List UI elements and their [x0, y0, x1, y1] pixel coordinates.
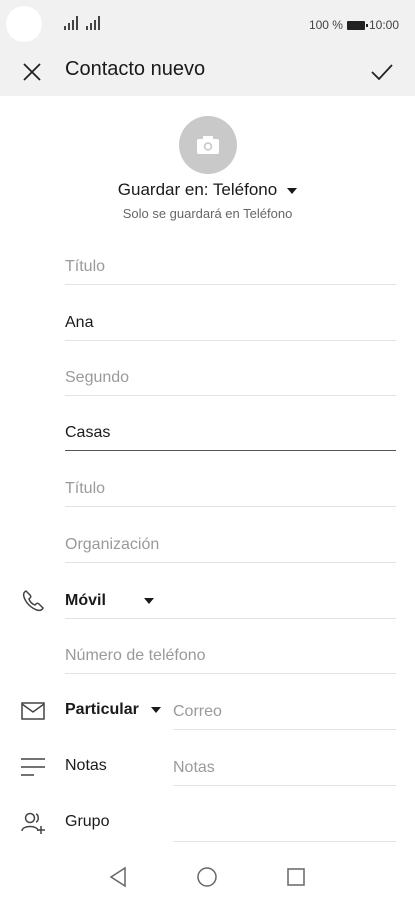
email-type-selector[interactable]: Particular [65, 701, 161, 719]
email-type-label: Particular [65, 701, 139, 718]
caret-down-icon [150, 706, 161, 713]
group-field[interactable] [173, 801, 396, 842]
notes-placeholder: Notas [173, 759, 215, 776]
phone-type-label: Móvil [65, 592, 106, 609]
first-name-field[interactable]: Ana [65, 300, 396, 341]
check-icon[interactable] [369, 60, 395, 84]
status-right: 100 % 10:00 [309, 18, 399, 32]
notes-field[interactable]: Notas [173, 745, 396, 786]
last-name-field[interactable]: Casas [65, 410, 396, 451]
group-icon [21, 812, 45, 834]
notes-label: Notas [65, 757, 107, 774]
last-name-value: Casas [65, 424, 111, 441]
suffix-placeholder: Título [65, 480, 106, 497]
camera-icon [197, 136, 219, 154]
battery-icon [346, 20, 368, 30]
nav-home-icon[interactable] [196, 866, 218, 888]
save-location-selector[interactable]: Guardar en: Teléfono [0, 180, 415, 200]
first-name-value: Ana [65, 314, 94, 331]
organization-field[interactable]: Organización [65, 522, 396, 563]
nav-back-icon[interactable] [108, 866, 128, 888]
suffix-field[interactable]: Título [65, 466, 396, 507]
phone-type-wrap: Móvil [65, 592, 154, 610]
middle-name-field[interactable]: Segundo [65, 355, 396, 396]
phone-icon [22, 590, 44, 612]
add-photo-button[interactable] [179, 116, 237, 174]
battery-percent: 100 % [308, 18, 343, 32]
caret-down-icon [287, 187, 298, 194]
group-selector[interactable]: Grupo [65, 813, 109, 831]
save-location-label: Guardar en: Teléfono [117, 180, 278, 199]
status-bar: 100 % 10:00 [0, 0, 415, 48]
close-icon[interactable] [20, 60, 44, 84]
phone-number-field[interactable]: Número de teléfono [65, 633, 396, 674]
prefix-field[interactable]: Título [65, 244, 396, 285]
camera-cutout [6, 6, 42, 42]
save-location-subtitle: Solo se guardará en Teléfono [122, 206, 293, 221]
organization-placeholder: Organización [65, 536, 160, 553]
mail-icon [21, 702, 45, 720]
clock: 10:00 [368, 18, 399, 32]
phone-number-placeholder: Número de teléfono [65, 647, 206, 664]
caret-down-icon [143, 597, 154, 604]
notes-icon [21, 758, 45, 776]
signal-icon [64, 16, 78, 30]
middle-name-placeholder: Segundo [65, 369, 130, 386]
prefix-placeholder: Título [65, 258, 106, 275]
email-field[interactable]: Correo [173, 689, 396, 730]
email-placeholder: Correo [173, 703, 222, 720]
app-bar: Contacto nuevo [0, 48, 415, 96]
nav-recents-icon[interactable] [286, 867, 306, 887]
navigation-bar [0, 856, 415, 900]
phone-type-selector[interactable]: Móvil [65, 578, 396, 619]
page-title: Contacto nuevo [65, 58, 206, 80]
signal-icon [86, 16, 100, 30]
